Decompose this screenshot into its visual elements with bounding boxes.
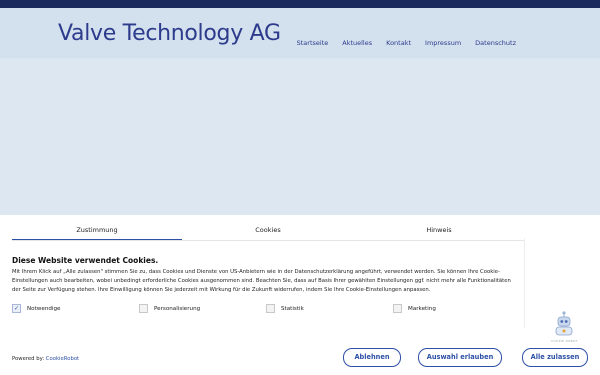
nav-startseite[interactable]: Startseite (297, 39, 329, 47)
powered-by-prefix: Powered by: (12, 356, 45, 362)
consent-tabs: Zustimmung Cookies Hinweis (12, 225, 524, 240)
checkbox-notwendige-label: Notwendige (27, 305, 61, 312)
nav-aktuelles[interactable]: Aktuelles (342, 39, 372, 47)
cookierobot-logo-icon (555, 311, 573, 336)
consent-text: Mit Ihrem Klick auf „Alle zulassen" stim… (12, 269, 511, 293)
checkbox-personalisierung-label: Personalisierung (154, 305, 201, 312)
nav-impressum[interactable]: Impressum (425, 39, 461, 47)
scroll-divider (524, 238, 525, 328)
checkbox-marketing-label: Marketing (408, 305, 436, 312)
nav-kontakt[interactable]: Kontakt (386, 39, 411, 47)
site-header: Valve Technology AG Startseite Aktuelles… (0, 8, 600, 58)
checkbox-statistik[interactable]: Statistik (266, 304, 304, 313)
main-navigation: Startseite Aktuelles Kontakt Impressum D… (283, 39, 516, 47)
tab-hinweis[interactable]: Hinweis (354, 225, 524, 239)
checkbox-personalisierung[interactable]: Personalisierung (139, 304, 200, 313)
checkbox-marketing[interactable]: Marketing (393, 304, 436, 313)
checkbox-notwendige[interactable]: ✓ Notwendige (12, 304, 60, 313)
tabs-divider (12, 240, 524, 241)
tab-zustimmung[interactable]: Zustimmung (12, 225, 182, 240)
cookie-consent-banner: Zustimmung Cookies Hinweis Diese Website… (0, 215, 600, 375)
reject-button[interactable]: Ablehnen (343, 348, 401, 367)
site-title[interactable]: Valve Technology AG (58, 21, 281, 46)
nav-datenschutz[interactable]: Datenschutz (475, 39, 516, 47)
top-accent-bar (0, 0, 600, 8)
powered-by: Powered by: CookieRobot (12, 356, 79, 362)
tab-cookies[interactable]: Cookies (183, 225, 353, 239)
allow-selection-button[interactable]: Auswahl erlauben (418, 348, 502, 367)
hero-area (0, 58, 600, 215)
consent-title: Diese Website verwendet Cookies. (12, 256, 159, 265)
checkbox-notwendige-box[interactable]: ✓ (12, 304, 21, 313)
checkbox-personalisierung-box[interactable] (139, 304, 148, 313)
checkbox-statistik-box[interactable] (266, 304, 275, 313)
consent-checkboxes: ✓ Notwendige Personalisierung Statistik … (12, 304, 524, 314)
checkbox-marketing-box[interactable] (393, 304, 402, 313)
cookierobot-logo-text: COOKIE ROBOT (551, 339, 578, 343)
cookierobot-link[interactable]: CookieRobot (46, 356, 79, 362)
checkbox-statistik-label: Statistik (281, 305, 304, 312)
allow-all-button[interactable]: Alle zulassen (522, 348, 588, 367)
